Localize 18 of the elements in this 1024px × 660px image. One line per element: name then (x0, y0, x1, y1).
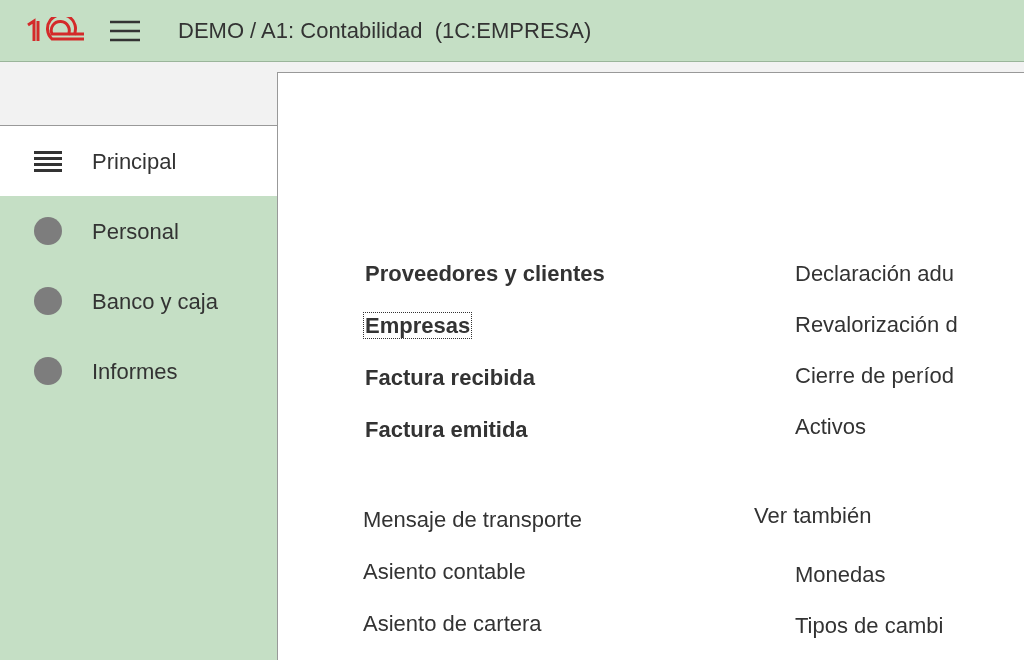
window-title: DEMO / A1: Contabilidad (1C:EMPRESA) (178, 17, 592, 45)
link[interactable]: Tipos de cambi (795, 612, 944, 638)
link[interactable]: Asiento de cartera (363, 611, 542, 636)
link[interactable]: Proveedores y clientes (363, 260, 607, 287)
link[interactable]: Mensaje de transporte (363, 507, 582, 532)
link[interactable]: Monedas (795, 561, 886, 587)
sidebar-item[interactable]: Principal (0, 126, 277, 196)
section-heading: Ver también (754, 501, 873, 530)
link[interactable]: Empresas (363, 312, 473, 339)
list-icon (34, 149, 62, 173)
link[interactable]: Revalorización d (795, 312, 958, 338)
link[interactable]: Declaración adu (795, 261, 954, 286)
link[interactable]: Asiento contable (363, 559, 526, 584)
link[interactable]: Factura emitida (363, 416, 530, 443)
menu-icon[interactable] (110, 18, 140, 43)
link[interactable]: Activos (795, 414, 866, 440)
link[interactable]: Factura recibida (363, 364, 537, 391)
link[interactable]: Cierre de períod (795, 363, 954, 389)
